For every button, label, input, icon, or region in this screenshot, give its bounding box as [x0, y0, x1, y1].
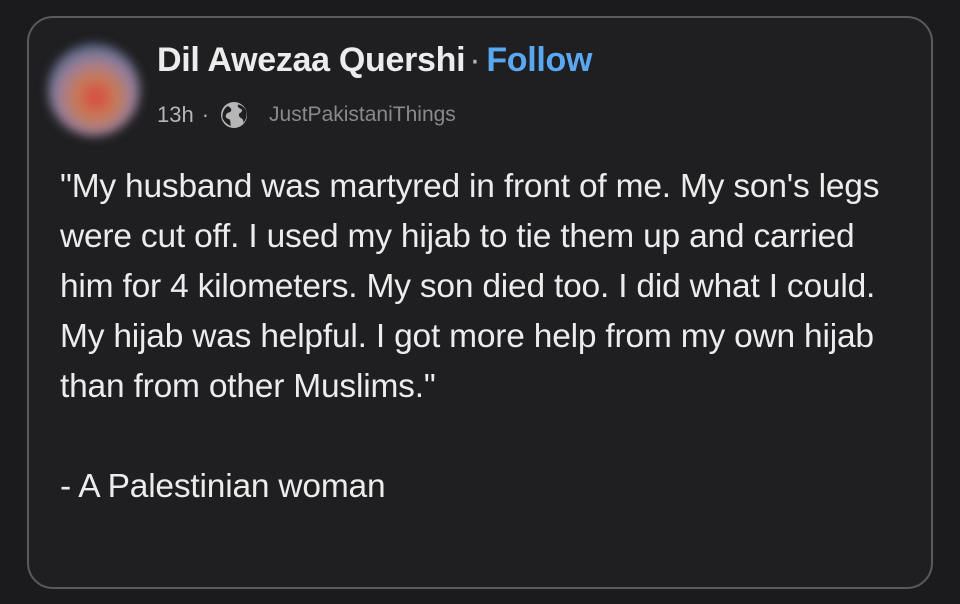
post-header: Dil Awezaa Quershi · Follow	[157, 41, 592, 80]
globe-icon	[219, 100, 249, 130]
post-timestamp[interactable]: 13h	[157, 102, 194, 128]
follow-button[interactable]: Follow	[486, 41, 592, 79]
avatar[interactable]	[48, 44, 140, 136]
post-quote: "My husband was martyred in front of me.…	[60, 168, 880, 405]
group-name[interactable]: JustPakistaniThings	[269, 103, 456, 127]
meta-separator: ·	[201, 102, 210, 127]
author-name[interactable]: Dil Awezaa Quershi	[157, 41, 466, 79]
post-signature: - A Palestinian woman	[60, 468, 386, 505]
header-separator: ·	[469, 41, 481, 79]
post-body: "My husband was martyred in front of me.…	[60, 162, 910, 512]
post-meta: 13h · JustPakistaniThings	[157, 100, 456, 130]
